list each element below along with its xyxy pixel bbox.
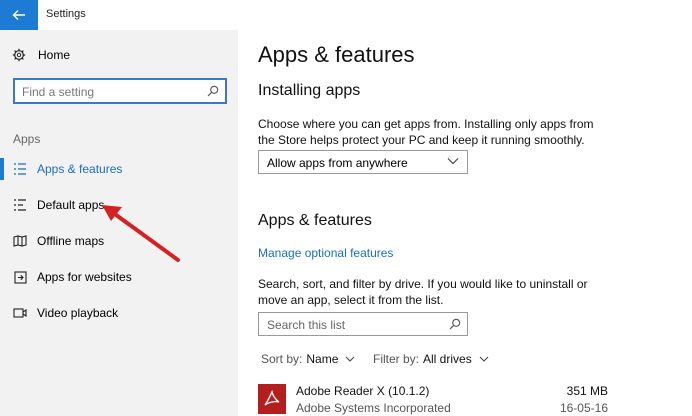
sidebar-item-video-playback[interactable]: Video playback (0, 299, 238, 327)
title-bar: Settings (0, 0, 692, 30)
back-arrow-icon (12, 10, 25, 20)
installing-apps-heading: Installing apps (258, 82, 361, 99)
install-source-value: Allow apps from anywhere (267, 156, 408, 170)
sort-dropdown[interactable]: Sort by: Name (261, 352, 355, 366)
home-nav-item[interactable]: Home (12, 48, 70, 62)
filter-label: Filter by: (373, 352, 420, 366)
installing-apps-description: Choose where you can get apps from. Inst… (258, 117, 594, 147)
sidebar-item-label: Default apps (37, 198, 105, 212)
chevron-down-icon (479, 356, 489, 362)
home-label: Home (38, 48, 71, 62)
search-icon (449, 318, 461, 330)
search-icon (207, 85, 219, 97)
page-title: Apps & features (258, 42, 415, 67)
annotation-arrow-icon (102, 205, 180, 262)
chevron-down-icon (345, 356, 355, 362)
app-list-item[interactable]: Adobe Reader X (10.1.2) Adobe Systems In… (258, 382, 608, 416)
video-icon (12, 308, 28, 318)
section-label-apps: Apps (13, 132, 41, 146)
back-button[interactable] (0, 0, 38, 30)
settings-search-placeholder: Find a setting (22, 85, 95, 99)
sidebar-item-apps-features[interactable]: Apps & features (0, 155, 238, 183)
app-size: 351 MB (566, 384, 608, 398)
map-icon (12, 235, 28, 247)
sidebar-item-label: Apps for websites (37, 270, 132, 284)
window-title: Settings (46, 8, 86, 20)
open-in-app-icon (12, 270, 28, 284)
manage-optional-features-link[interactable]: Manage optional features (258, 246, 393, 260)
active-indicator (0, 158, 4, 180)
sidebar-item-label: Offline maps (37, 234, 105, 248)
app-publisher: Adobe Systems Incorporated (296, 401, 451, 415)
install-source-dropdown[interactable]: Allow apps from anywhere (258, 150, 468, 174)
app-install-date: 16-05-16 (559, 401, 608, 415)
filter-dropdown[interactable]: Filter by: All drives (373, 352, 489, 366)
adobe-reader-icon (258, 384, 286, 414)
apps-features-heading: Apps & features (258, 212, 372, 229)
sort-label: Sort by: (261, 352, 303, 366)
filter-value: All drives (423, 352, 472, 366)
sidebar-item-apps-for-websites[interactable]: Apps for websites (0, 263, 238, 291)
list-icon (12, 163, 28, 175)
search-list-input[interactable]: Search this list (258, 312, 468, 336)
settings-search-input[interactable]: Find a setting (13, 78, 227, 104)
sidebar-item-label: Video playback (37, 306, 119, 320)
app-name: Adobe Reader X (10.1.2) (296, 384, 430, 398)
search-list-placeholder: Search this list (267, 318, 346, 332)
gear-icon (12, 48, 26, 62)
sort-value: Name (306, 352, 339, 366)
chevron-down-icon (447, 158, 459, 165)
sidebar-item-label: Apps & features (37, 162, 123, 176)
search-sort-description: Search, sort, and filter by drive. If yo… (258, 277, 588, 307)
default-apps-icon (12, 199, 28, 211)
